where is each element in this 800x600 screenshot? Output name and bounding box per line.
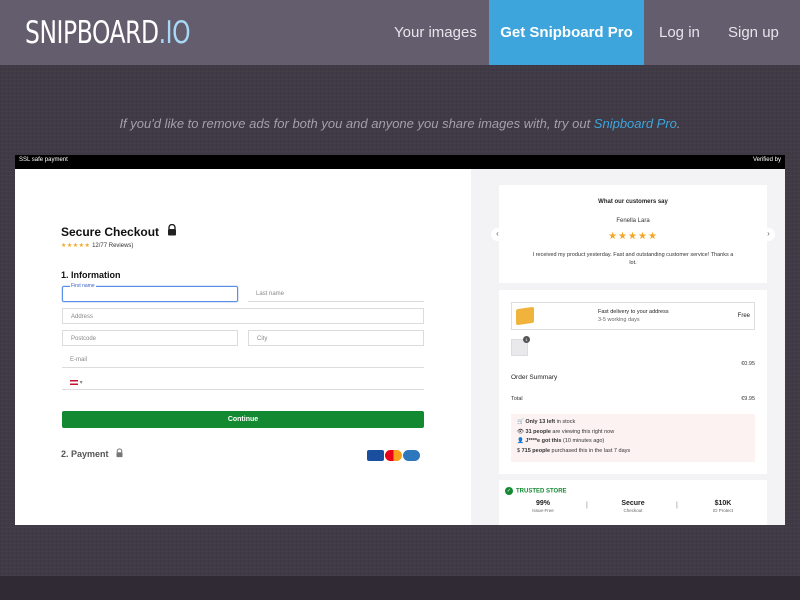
section-payment-title: 2. Payment <box>61 449 109 459</box>
review-count: 12/77 Reviews) <box>92 243 134 249</box>
alert-stock-bold: Only 13 left <box>525 419 556 425</box>
checkout-form-pane: Secure Checkout ★★★★★ 12/77 Reviews) 1. … <box>15 169 471 525</box>
nav-sign-up[interactable]: Sign up <box>728 0 779 65</box>
trust-value: $10K <box>714 500 732 507</box>
snipboard-pro-link[interactable]: Snipboard Pro <box>594 116 677 131</box>
total-value: €9.95 <box>741 396 755 402</box>
shipping-title: Fast delivery to your address <box>598 309 669 315</box>
testimonial-prev-arrow-icon[interactable]: ‹ <box>491 228 504 241</box>
trust-label: Issue-Free <box>532 508 554 513</box>
trust-item-secure: Secure Checkout <box>598 500 668 513</box>
item-price: €0.95 <box>741 361 755 367</box>
trust-item-issue-free: 99% Issue-Free <box>508 500 578 513</box>
visa-card-icon <box>367 450 384 462</box>
alert-purchases-bold: 715 people <box>521 447 551 454</box>
alert-viewers-bold: 31 people <box>525 428 551 435</box>
check-circle-icon: ✓ <box>505 487 513 495</box>
divider: | <box>586 502 588 509</box>
trusted-store-card: ✓ TRUSTED STORE 99% Issue-Free | Secure C… <box>499 480 767 525</box>
total-label: Total <box>511 396 523 402</box>
cart-icon: 🛒 <box>517 419 524 425</box>
first-name-field[interactable]: First name <box>62 283 238 302</box>
alert-stock-text: in stock <box>555 419 576 425</box>
payment-lock-icon <box>116 448 123 458</box>
phone-field[interactable]: ▾ <box>62 374 424 390</box>
shipping-option[interactable]: Fast delivery to your address 3-5 workin… <box>511 302 755 330</box>
city-field[interactable]: City <box>248 330 424 346</box>
testimonial-next-arrow-icon[interactable]: › <box>762 228 775 241</box>
dollar-icon: $ <box>517 447 521 454</box>
alert-stock: 🛒 Only 13 left in stock <box>517 418 749 428</box>
order-summary-card: Fast delivery to your address 3-5 workin… <box>499 290 767 474</box>
promo-text: If you'd like to remove ads for both you… <box>119 116 594 131</box>
user-icon: 👤 <box>517 438 524 444</box>
shipping-time: 3-5 working days <box>598 317 640 323</box>
payment-card-logos <box>366 447 420 465</box>
trust-label: Checkout <box>623 508 643 513</box>
address-field[interactable]: Address <box>62 308 424 324</box>
postcode-field[interactable]: Postcode <box>62 330 238 346</box>
testimonial-author: Fenella Lara <box>616 218 650 224</box>
footer-bar <box>0 576 800 600</box>
alert-viewers-text: are viewing this right now <box>550 428 615 435</box>
order-sidebar: What our customers say Fenella Lara ★★★★… <box>471 169 785 525</box>
email-field[interactable]: E-mail <box>62 352 424 368</box>
quantity-badge: 1 <box>523 336 530 343</box>
shared-screenshot: SSL safe payment Verified by Secure Chec… <box>15 155 785 525</box>
mastercard-icon <box>385 450 402 462</box>
verified-text: Verified by <box>752 157 781 163</box>
order-summary-title: Order Summary <box>511 374 558 381</box>
snipboard-logo[interactable]: SNIPBOARD.IO <box>25 14 191 52</box>
shipping-price: Free <box>737 313 750 319</box>
checkout-title: Secure Checkout <box>61 225 160 239</box>
alert-purchases-text: purchased this in the last 7 days <box>550 447 631 454</box>
nav-log-in[interactable]: Log in <box>659 0 700 65</box>
trusted-store-heading: ✓ TRUSTED STORE <box>505 487 567 495</box>
alert-purchases: $ 715 people purchased this in the last … <box>517 447 749 457</box>
last-name-field[interactable]: Last name <box>248 286 424 302</box>
rating-stars: ★★★★★ <box>61 243 91 249</box>
testimonial-heading: What our customers say <box>598 199 668 205</box>
trust-value: 99% <box>535 500 550 507</box>
testimonial-text: I received my product yesterday. Fast an… <box>532 252 734 266</box>
eye-icon: 👁 <box>517 428 524 435</box>
first-name-label: First name <box>70 283 96 289</box>
maestro-icon <box>403 450 420 462</box>
continue-button[interactable]: Continue <box>62 411 424 428</box>
nav-your-images[interactable]: Your images <box>394 0 477 65</box>
package-icon <box>516 306 534 326</box>
testimonial-card: What our customers say Fenella Lara ★★★★… <box>499 185 767 283</box>
logo-tld: .IO <box>158 15 191 51</box>
alert-recent-text: (10 minutes ago) <box>561 438 605 444</box>
country-code-dropdown[interactable]: ▾ <box>80 380 83 386</box>
nav-get-pro-button[interactable]: Get Snipboard Pro <box>489 0 644 65</box>
trust-label: ID Protect <box>712 508 733 513</box>
testimonial-stars: ★★★★★ <box>608 231 658 242</box>
alert-recent-bold: J****e got this <box>525 438 562 444</box>
trust-value: Secure <box>621 500 645 507</box>
divider: | <box>676 502 678 509</box>
alert-viewers: 👁 31 people are viewing this right now <box>517 428 749 438</box>
promo-suffix: . <box>676 116 681 131</box>
alert-recent: 👤 J****e got this (10 minutes ago) <box>517 437 749 447</box>
trusted-store-text: TRUSTED STORE <box>516 488 567 495</box>
trust-item-id-protect: $10K ID Protect <box>688 500 758 513</box>
lock-icon <box>168 224 176 236</box>
screenshot-top-bar: SSL safe payment Verified by <box>15 155 785 169</box>
rating-row: ★★★★★ 12/77 Reviews) <box>61 242 133 249</box>
section-information-title: 1. Information <box>61 270 121 280</box>
logo-text: SNIPBOARD <box>25 15 159 51</box>
flag-icon <box>70 379 78 385</box>
site-header: SNIPBOARD.IO Your images Get Snipboard P… <box>0 0 800 65</box>
ssl-text: SSL safe payment <box>19 157 68 163</box>
urgency-alerts: 🛒 Only 13 left in stock 👁 31 people are … <box>511 414 755 462</box>
promo-message: If you'd like to remove ads for both you… <box>0 116 800 131</box>
